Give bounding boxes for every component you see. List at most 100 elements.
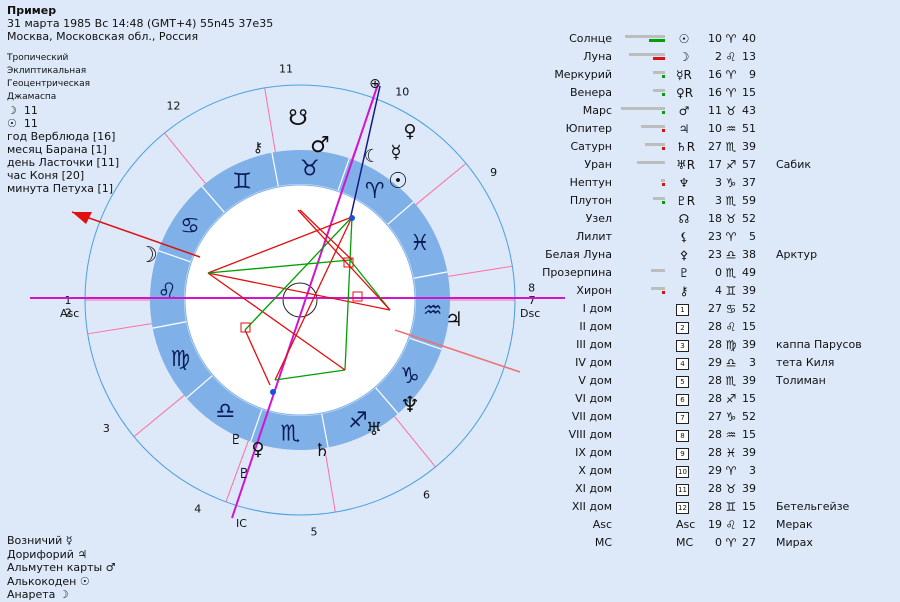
planet-row: Хирон ⚷ 4 ♊ 39	[470, 282, 900, 300]
planet-name: Венера	[570, 86, 612, 99]
strength-gray	[653, 197, 665, 200]
house-number-box: 11	[676, 484, 689, 496]
planet-glyph-icon: ♅R	[676, 158, 696, 172]
fixed-star: тета Киля	[776, 356, 835, 369]
jupiter-icon: ♃	[445, 307, 463, 331]
strength-bar	[625, 197, 671, 204]
zodiac-sign-icon: ♓	[410, 231, 430, 256]
planet-name: Марс	[582, 104, 612, 117]
house-name: III дом	[576, 338, 612, 351]
planet-minutes: 38	[742, 248, 756, 261]
strength-bar	[625, 287, 671, 294]
planet-glyph-icon: ♀R	[676, 86, 694, 100]
neptune-icon: ♆	[400, 393, 420, 418]
strength-gray	[645, 143, 665, 146]
house-row: IX дом 9 28 ♓ 39	[470, 444, 900, 462]
strength-color	[662, 183, 665, 186]
planet-minutes: 57	[742, 158, 756, 171]
planet-minutes: 39	[742, 284, 756, 297]
planet-row: Марс ♂ 11 ♉ 43	[470, 102, 900, 120]
planet-glyph-icon: ♂	[678, 104, 690, 118]
mercury-icon: ☿	[390, 142, 401, 163]
strength-bar	[625, 35, 671, 42]
strength-bar	[625, 143, 671, 150]
strength-bar	[625, 179, 671, 186]
zodiac-sign-icon: ♉	[300, 156, 320, 181]
center-circle	[282, 282, 318, 318]
house-number-box: Asc	[676, 518, 696, 531]
zodiac-sign-icon: ♐	[348, 409, 368, 434]
house-number-label: 5	[310, 526, 317, 539]
node-icon: ☋	[288, 106, 308, 131]
house-degree: 28	[708, 374, 722, 387]
house-minutes: 15	[742, 428, 756, 441]
planet-glyph-icon: ♄R	[676, 140, 696, 154]
house-minutes: 3	[749, 356, 756, 369]
planet-minutes: 39	[742, 140, 756, 153]
house-number-label: 3	[103, 422, 110, 435]
planet-glyph-icon: ⚷	[679, 284, 689, 298]
house-number-box: 4	[676, 358, 689, 370]
house-minutes: 12	[742, 518, 756, 531]
fixed-star: Мерак	[776, 518, 813, 531]
house-number-box: 2	[676, 322, 689, 334]
planet-name: Прозерпина	[542, 266, 612, 279]
planet-row: Белая Луна ⚴ 23 ♎ 38 Арктур	[470, 246, 900, 264]
house-degree: 27	[708, 302, 722, 315]
planet-degree: 23	[708, 248, 722, 261]
house-name: VII дом	[571, 410, 612, 423]
house-row: VI дом 6 28 ♐ 15	[470, 390, 900, 408]
fixed-star: Бетельгейзе	[776, 500, 850, 513]
planet-minutes: 13	[742, 50, 756, 63]
planet-degree: 23	[708, 230, 722, 243]
house-minutes: 52	[742, 410, 756, 423]
node-dot	[349, 215, 355, 221]
fixed-star: Мирах	[776, 536, 813, 549]
planet-name: Узел	[585, 212, 612, 225]
house-number-label: 1	[65, 294, 72, 307]
house-row: XII дом 12 28 ♊ 15 Бетельгейзе	[470, 498, 900, 516]
house-number-box: 6	[676, 394, 689, 406]
strength-color	[662, 111, 665, 114]
zodiac-sign-icon: ♒	[423, 299, 443, 324]
strength-bar	[625, 269, 671, 276]
planet-minutes: 49	[742, 266, 756, 279]
strength-gray	[637, 161, 665, 164]
mc-marker-icon: ⊕	[369, 76, 381, 92]
house-name: XI дом	[575, 482, 612, 495]
house-row: Asc Asc 19 ♌ 12 Мерак	[470, 516, 900, 534]
uranus-icon: ♅	[366, 419, 382, 440]
planet-glyph-icon: ♇	[678, 266, 690, 280]
strength-gray	[651, 269, 665, 272]
strength-gray	[661, 179, 665, 182]
house-degree: 28	[708, 428, 722, 441]
strength-bar	[625, 89, 671, 96]
house-number-label: 10	[395, 86, 409, 99]
house-degree: 0	[715, 536, 722, 549]
zodiac-sign-icon: ♈	[365, 179, 385, 204]
house-minutes: 39	[742, 446, 756, 459]
venus-icon: ♀	[403, 121, 416, 142]
planet-row: Прозерпина ♇ 0 ♏ 49	[470, 264, 900, 282]
planet-name: Лилит	[575, 230, 612, 243]
strength-color	[662, 129, 665, 132]
house-row: XI дом 11 28 ♉ 39	[470, 480, 900, 498]
planet-degree: 11	[708, 104, 722, 117]
house-cusp	[415, 163, 467, 206]
sun-icon: ☉	[388, 169, 408, 194]
mars-icon: ♂	[310, 133, 330, 158]
house-row: V дом 5 28 ♏ 39 Толиман	[470, 372, 900, 390]
house-minutes: 39	[742, 374, 756, 387]
house-row: VIII дом 8 28 ♒ 15	[470, 426, 900, 444]
house-number-label: 12	[166, 100, 180, 113]
zodiac-sign-icon: ♋	[180, 214, 200, 239]
planet-minutes: 52	[742, 212, 756, 225]
house-minutes: 52	[742, 302, 756, 315]
house-minutes: 15	[742, 392, 756, 405]
planet-minutes: 5	[749, 230, 756, 243]
house-cusp	[264, 87, 276, 153]
strength-gray	[653, 71, 665, 74]
house-minutes: 15	[742, 320, 756, 333]
planet-degree: 10	[708, 32, 722, 45]
zodiac-sign-icon: ♊	[232, 169, 252, 194]
